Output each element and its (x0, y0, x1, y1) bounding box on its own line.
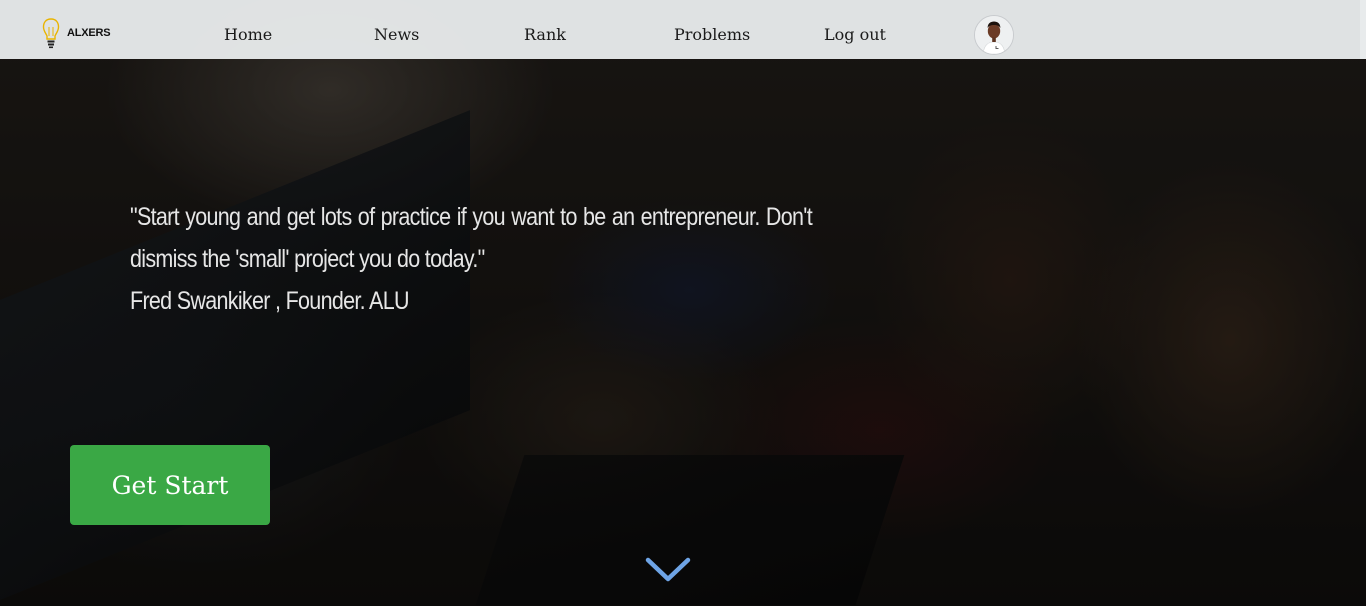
get-start-button[interactable]: Get Start (70, 445, 270, 525)
brand-name: ALXERS (67, 27, 111, 39)
landing-page: ALXERS Home News Rank Problems Log out "… (0, 0, 1366, 606)
nav-item-log-out[interactable]: Log out (824, 24, 886, 46)
user-avatar[interactable] (974, 15, 1014, 55)
nav-item-problems[interactable]: Problems (674, 24, 750, 46)
window-scrollbar[interactable] (1360, 0, 1366, 59)
lightbulb-icon (42, 18, 60, 49)
quote-text: "Start young and get lots of practice if… (130, 203, 813, 273)
nav-item-news[interactable]: News (374, 24, 419, 46)
nav-item-rank[interactable]: Rank (524, 24, 566, 46)
nav-item-home[interactable]: Home (224, 24, 272, 46)
hero-quote: "Start young and get lots of practice if… (130, 196, 813, 322)
chevron-down-icon[interactable] (645, 556, 691, 584)
brand-logo[interactable]: ALXERS (42, 18, 111, 50)
avatar-portrait-icon (975, 16, 1013, 54)
quote-author: Fred Swankiker , Founder. ALU (130, 287, 410, 315)
top-navbar: ALXERS Home News Rank Problems Log out (0, 0, 1366, 59)
